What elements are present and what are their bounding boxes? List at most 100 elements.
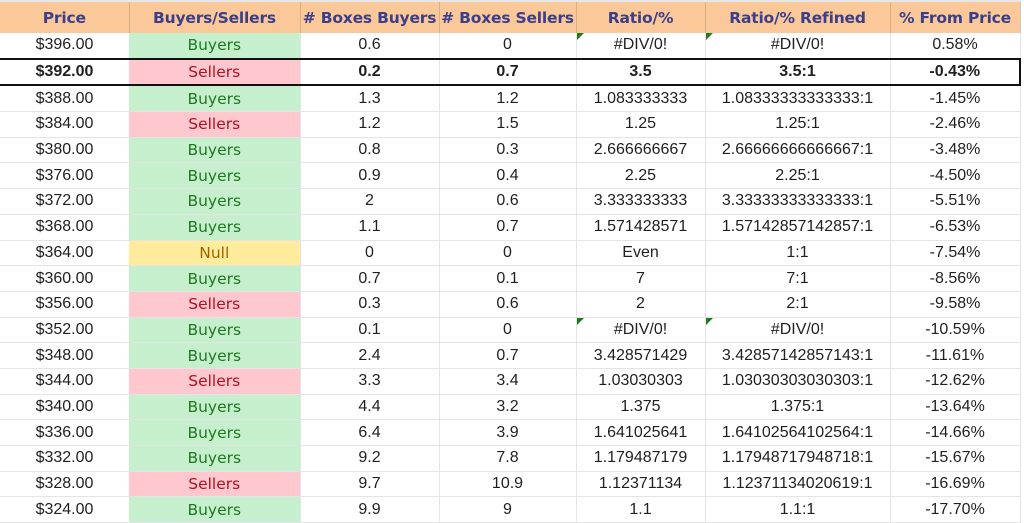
cell-buyers-sellers[interactable]: Buyers [129,394,301,421]
cell-ratio[interactable]: 1.03030303 [576,368,706,395]
cell-ratio-refined[interactable]: 2.66666666666667:1 [705,137,891,164]
cell-boxes-sellers[interactable]: 0.7 [439,57,577,87]
cell-boxes-buyers[interactable]: 2 [300,188,440,215]
cell-pct-from-price[interactable]: -7.54% [890,240,1021,267]
cell-ratio-refined[interactable]: 1:1 [705,240,891,267]
cell-ratio-refined[interactable]: 1.03030303030303:1 [705,368,891,395]
cell-boxes-buyers[interactable]: 1.1 [300,214,440,241]
cell-pct-from-price[interactable]: -6.53% [890,214,1021,241]
cell-ratio-refined[interactable]: 3.33333333333333:1 [705,188,891,215]
cell-ratio-refined[interactable]: 2.25:1 [705,162,891,190]
cell-ratio[interactable]: 1.12371134 [576,471,706,498]
cell-buyers-sellers[interactable]: Buyers [129,33,301,60]
cell-buyers-sellers[interactable]: Buyers [129,137,301,164]
header-price[interactable]: Price [0,0,130,33]
cell-ratio-refined[interactable]: 3.42857142857143:1 [705,342,891,369]
cell-price[interactable]: $376.00 [0,162,129,190]
cell-ratio[interactable]: 2.25 [576,162,706,190]
cell-boxes-sellers[interactable]: 0.1 [439,265,577,292]
header-buyers-sellers[interactable]: Buyers/Sellers [129,0,301,33]
cell-buyers-sellers[interactable]: Sellers [129,291,301,318]
cell-boxes-sellers[interactable]: 0 [439,317,577,344]
cell-boxes-buyers[interactable]: 1.3 [300,85,440,113]
cell-ratio-refined[interactable]: 1.12371134020619:1 [705,471,891,498]
cell-boxes-buyers[interactable]: 0.8 [300,137,440,164]
cell-ratio-refined[interactable]: 1.64102564102564:1 [705,419,891,446]
cell-boxes-sellers[interactable]: 0.6 [439,291,577,318]
cell-buyers-sellers[interactable]: Sellers [129,368,301,395]
cell-ratio[interactable]: Even [576,240,706,267]
cell-buyers-sellers[interactable]: Buyers [129,85,301,113]
cell-ratio-refined[interactable]: 1.17948717948718:1 [705,445,891,472]
cell-boxes-buyers[interactable]: 9.2 [300,445,440,472]
cell-ratio[interactable]: 1.641025641 [576,419,706,446]
cell-pct-from-price[interactable]: -8.56% [890,265,1021,292]
cell-buyers-sellers[interactable]: Buyers [129,162,301,190]
cell-boxes-buyers[interactable]: 4.4 [300,394,440,421]
header-pct-from-price[interactable]: % From Price [890,0,1021,33]
cell-ratio-refined[interactable]: 1.08333333333333:1 [705,85,891,113]
cell-buyers-sellers[interactable]: Buyers [129,265,301,292]
cell-price[interactable]: $356.00 [0,291,129,318]
cell-price[interactable]: $368.00 [0,214,129,241]
cell-boxes-sellers[interactable]: 0.4 [439,162,577,190]
cell-ratio[interactable]: #DIV/0! [576,33,706,60]
cell-ratio[interactable]: 1.375 [576,394,706,421]
cell-boxes-sellers[interactable]: 10.9 [439,471,577,498]
header-ratio-refined[interactable]: Ratio/% Refined [705,0,891,33]
cell-ratio[interactable]: 2.666666667 [576,137,706,164]
cell-pct-from-price[interactable]: -3.48% [890,137,1021,164]
cell-buyers-sellers[interactable]: Buyers [129,496,301,523]
cell-boxes-buyers[interactable]: 0.6 [300,33,440,60]
cell-boxes-sellers[interactable]: 9 [439,496,577,523]
cell-pct-from-price[interactable]: -1.45% [890,85,1021,113]
cell-boxes-sellers[interactable]: 0 [439,33,577,60]
cell-ratio[interactable]: 1.571428571 [576,214,706,241]
cell-ratio-refined[interactable]: 2:1 [705,291,891,318]
cell-boxes-sellers[interactable]: 1.2 [439,85,577,113]
cell-pct-from-price[interactable]: 0.58% [890,33,1021,60]
cell-ratio[interactable]: 1.083333333 [576,85,706,113]
cell-ratio-refined[interactable]: 1.1:1 [705,496,891,523]
cell-boxes-buyers[interactable]: 0.9 [300,162,440,190]
cell-price[interactable]: $396.00 [0,33,129,60]
cell-ratio[interactable]: 7 [576,265,706,292]
header-boxes-sellers[interactable]: # Boxes Sellers [439,0,577,33]
cell-pct-from-price[interactable]: -15.67% [890,445,1021,472]
cell-ratio[interactable]: 3.5 [576,57,706,87]
cell-pct-from-price[interactable]: -12.62% [890,368,1021,395]
cell-boxes-sellers[interactable]: 7.8 [439,445,577,472]
cell-buyers-sellers[interactable]: Sellers [129,111,301,138]
cell-boxes-buyers[interactable]: 9.7 [300,471,440,498]
cell-ratio[interactable]: #DIV/0! [576,317,706,344]
cell-pct-from-price[interactable]: -11.61% [890,342,1021,369]
cell-price[interactable]: $372.00 [0,188,129,215]
cell-ratio-refined[interactable]: #DIV/0! [705,317,891,344]
cell-pct-from-price[interactable]: -9.58% [890,291,1021,318]
cell-ratio[interactable]: 3.428571429 [576,342,706,369]
cell-pct-from-price[interactable]: -14.66% [890,419,1021,446]
cell-ratio[interactable]: 1.25 [576,111,706,138]
cell-boxes-sellers[interactable]: 3.2 [439,394,577,421]
cell-boxes-sellers[interactable]: 1.5 [439,111,577,138]
cell-price[interactable]: $380.00 [0,137,129,164]
cell-ratio[interactable]: 2 [576,291,706,318]
cell-boxes-buyers[interactable]: 9.9 [300,496,440,523]
cell-boxes-buyers[interactable]: 1.2 [300,111,440,138]
cell-boxes-sellers[interactable]: 0.6 [439,188,577,215]
cell-buyers-sellers[interactable]: Buyers [129,317,301,344]
cell-price[interactable]: $388.00 [0,85,129,113]
cell-buyers-sellers[interactable]: Sellers [129,471,301,498]
cell-boxes-sellers[interactable]: 0.3 [439,137,577,164]
cell-buyers-sellers[interactable]: Buyers [129,342,301,369]
cell-boxes-sellers[interactable]: 0.7 [439,342,577,369]
cell-ratio-refined[interactable]: 1.57142857142857:1 [705,214,891,241]
cell-price[interactable]: $332.00 [0,445,129,472]
cell-boxes-buyers[interactable]: 2.4 [300,342,440,369]
cell-boxes-buyers[interactable]: 0 [300,240,440,267]
cell-price[interactable]: $336.00 [0,419,129,446]
cell-pct-from-price[interactable]: -0.43% [890,57,1021,87]
cell-price[interactable]: $344.00 [0,368,129,395]
cell-buyers-sellers[interactable]: Buyers [129,214,301,241]
cell-ratio-refined[interactable]: #DIV/0! [705,33,891,60]
